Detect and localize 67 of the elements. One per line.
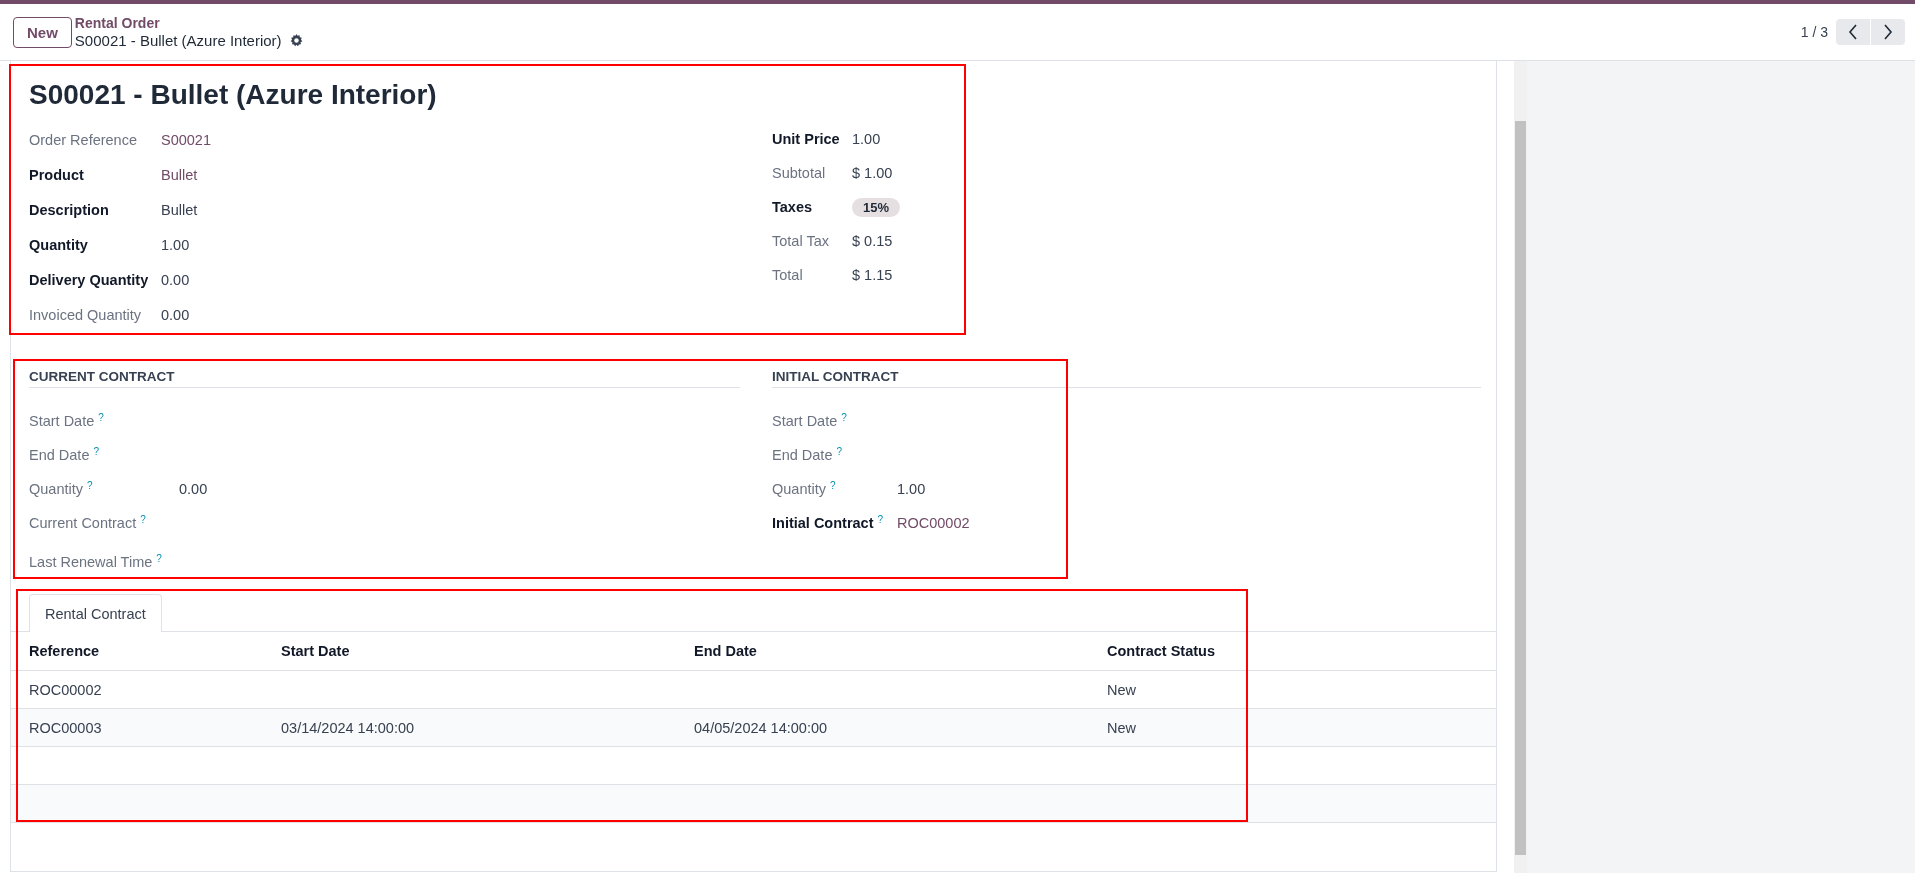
field-label: Order Reference	[29, 131, 137, 148]
table-cell: ROC00003	[11, 708, 281, 747]
field-label: Subtotal	[772, 165, 826, 181]
field-value: 0.00	[161, 306, 190, 323]
help-mark[interactable]: ?	[841, 413, 847, 423]
field-link[interactable]: S00021	[161, 131, 211, 148]
help-mark[interactable]: ?	[140, 515, 146, 525]
tab[interactable]: Rental Contract	[29, 594, 162, 632]
field-label: Delivery Quantity	[29, 271, 149, 288]
group-heading: CURRENT CONTRACT	[29, 369, 740, 388]
settings-icon[interactable]	[289, 34, 303, 47]
help-mark[interactable]: ?	[87, 481, 93, 491]
record-heading: S00021 - Bullet (Azure Interior)	[29, 79, 438, 111]
column-header[interactable]: Contract Status	[1107, 632, 1496, 671]
field-label: Description	[29, 201, 109, 218]
field-label: Invoiced Quantity	[29, 306, 142, 323]
field-value: 0.00	[161, 271, 190, 288]
table-cell: 03/14/2024 14:00:00	[281, 708, 694, 747]
chevron-left-icon	[1848, 24, 1858, 40]
column-header[interactable]: Start Date	[281, 632, 694, 671]
field-label: Start Date	[29, 413, 95, 429]
field-value: 1.00	[897, 481, 926, 497]
help-mark[interactable]: ?	[836, 447, 843, 457]
field-label: Quantity	[772, 481, 826, 497]
help-mark[interactable]: ?	[830, 481, 836, 491]
field-value: 1.00	[852, 131, 881, 147]
column-header[interactable]: End Date	[694, 632, 1107, 671]
field-label: End Date	[772, 447, 833, 463]
chevron-right-icon	[1883, 24, 1893, 40]
table-cell: New	[1107, 708, 1496, 747]
field-label: Total Tax	[772, 233, 829, 249]
field-label: Taxes	[772, 199, 813, 215]
field-label: End Date	[29, 447, 90, 463]
field-label: Initial Contract	[772, 515, 874, 531]
table-cell: ROC00002	[11, 670, 281, 709]
tax-tag: 15%	[852, 198, 901, 217]
field-value: $ 0.15	[852, 233, 893, 249]
previous-button[interactable]	[1836, 19, 1870, 45]
field-label: Current Contract	[29, 515, 137, 531]
field-link[interactable]: Bullet	[161, 166, 198, 183]
pager-counter: 1 / 3	[1800, 24, 1828, 40]
field-label: Product	[29, 166, 84, 183]
help-mark[interactable]: ?	[93, 447, 100, 457]
field-link[interactable]: ROC00002	[897, 515, 970, 531]
record-title: S00021 - Bullet (Azure Interior)	[74, 32, 282, 49]
field-label: Quantity	[29, 481, 83, 497]
help-mark[interactable]: ?	[877, 515, 884, 525]
column-header[interactable]: Reference	[11, 632, 281, 671]
new-button[interactable]: New	[13, 16, 72, 48]
help-mark[interactable]: ?	[98, 413, 104, 423]
scrollbar[interactable]	[1514, 61, 1527, 873]
field-label: Start Date	[772, 413, 838, 429]
table-cell: New	[1107, 670, 1496, 709]
next-button[interactable]	[1871, 19, 1905, 45]
field-value: $ 1.00	[852, 165, 893, 181]
group-heading: INITIAL CONTRACT	[772, 369, 1481, 388]
field-label: Quantity	[29, 236, 88, 253]
table-cell: 04/05/2024 14:00:00	[694, 708, 1107, 747]
field-label: Total	[772, 267, 803, 283]
field-label: Last Renewal Time	[29, 554, 153, 570]
field-value: 0.00	[179, 481, 208, 497]
field-value: $ 1.15	[852, 267, 893, 283]
breadcrumb-link[interactable]: Rental Order	[74, 15, 303, 32]
field-value: Bullet	[161, 201, 198, 218]
field-value: 1.00	[161, 236, 190, 253]
help-mark[interactable]: ?	[156, 554, 162, 564]
field-label: Unit Price	[772, 131, 840, 147]
